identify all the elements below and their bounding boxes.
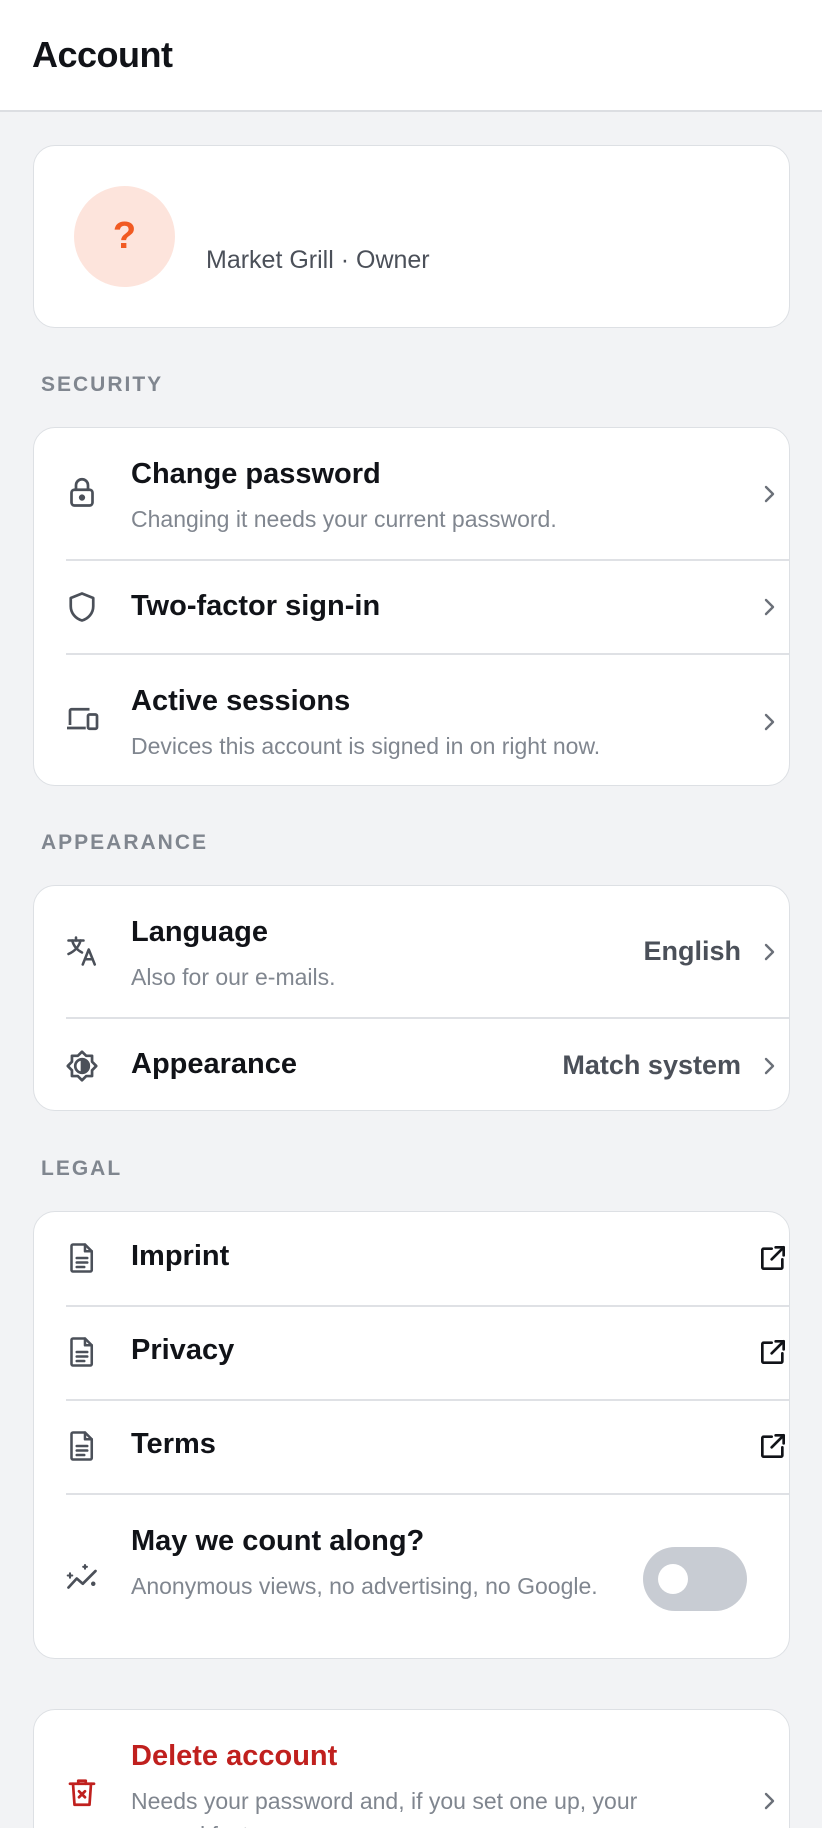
imprint-label: Imprint	[131, 1240, 230, 1272]
language-sub: Also for our e-mails.	[131, 964, 336, 990]
analytics-icon	[64, 1559, 100, 1595]
appearance-label: Appearance	[131, 1048, 298, 1080]
document-icon	[64, 1240, 100, 1276]
chevron-right-icon	[764, 1057, 775, 1075]
toggle-knob	[658, 1564, 688, 1594]
avatar[interactable]: ?	[74, 186, 175, 287]
change-password-sub: Changing it needs your current password.	[131, 506, 557, 532]
chevron-right-icon	[764, 598, 775, 616]
document-icon	[64, 1428, 100, 1464]
chevron-right-icon	[764, 485, 775, 503]
chevron-right-icon	[764, 713, 775, 731]
external-link-icon	[761, 1434, 785, 1458]
active-sessions-row[interactable]: Active sessions Devices this account is …	[34, 655, 789, 785]
language-row[interactable]: Language Also for our e-mails. English	[34, 886, 789, 1018]
danger-card: Delete account Needs your password and, …	[33, 1709, 790, 1828]
page-title: Account	[32, 34, 173, 75]
analytics-toggle[interactable]	[643, 1547, 747, 1611]
language-value: English	[643, 936, 741, 966]
profile-card: ? Market Grill · Owner	[33, 145, 790, 328]
language-label: Language	[131, 916, 268, 948]
devices-icon	[64, 701, 100, 737]
section-title-security: SECURITY	[41, 373, 164, 396]
appearance-row[interactable]: Appearance Match system	[34, 1019, 789, 1110]
privacy-row[interactable]: Privacy	[34, 1307, 789, 1399]
chevron-right-icon	[764, 943, 775, 961]
delete-account-sub: Needs your password and, if you set one …	[131, 1788, 638, 1828]
active-sessions-label: Active sessions	[131, 685, 351, 717]
change-password-label: Change password	[131, 458, 381, 490]
avatar-glyph: ?	[112, 215, 137, 257]
shield-icon	[64, 589, 100, 625]
privacy-label: Privacy	[131, 1334, 235, 1366]
delete-account-label: Delete account	[131, 1740, 338, 1772]
appearance-value: Match system	[562, 1050, 741, 1080]
profile-subtitle: Market Grill · Owner	[206, 246, 430, 274]
document-icon	[64, 1334, 100, 1370]
analytics-row: May we count along? Anonymous views, no …	[34, 1495, 789, 1658]
analytics-label: May we count along?	[131, 1525, 425, 1557]
two-factor-label: Two-factor sign-in	[131, 590, 381, 622]
appearance-card: Language Also for our e-mails. English A…	[33, 885, 790, 1111]
chevron-right-icon	[764, 1792, 775, 1810]
two-factor-row[interactable]: Two-factor sign-in	[34, 561, 789, 653]
terms-label: Terms	[131, 1428, 216, 1460]
section-title-appearance: APPEARANCE	[41, 831, 209, 854]
external-link-icon	[761, 1340, 785, 1364]
translate-icon	[64, 933, 100, 969]
legal-card: Imprint Privacy Terms May we count along…	[33, 1211, 790, 1659]
external-link-icon	[761, 1246, 785, 1270]
change-password-row[interactable]: Change password Changing it needs your c…	[34, 428, 789, 560]
trash-icon	[64, 1774, 100, 1810]
brightness-icon	[64, 1048, 100, 1084]
section-title-legal: LEGAL	[41, 1157, 123, 1180]
analytics-sub: Anonymous views, no advertising, no Goog…	[131, 1573, 598, 1599]
active-sessions-sub: Devices this account is signed in on rig…	[131, 733, 601, 759]
security-card: Change password Changing it needs your c…	[33, 427, 790, 786]
lock-icon	[64, 474, 100, 510]
terms-row[interactable]: Terms	[34, 1401, 789, 1493]
imprint-row[interactable]: Imprint	[34, 1212, 789, 1305]
delete-account-row[interactable]: Delete account Needs your password and, …	[34, 1710, 789, 1828]
top-bar: Account	[0, 0, 822, 112]
